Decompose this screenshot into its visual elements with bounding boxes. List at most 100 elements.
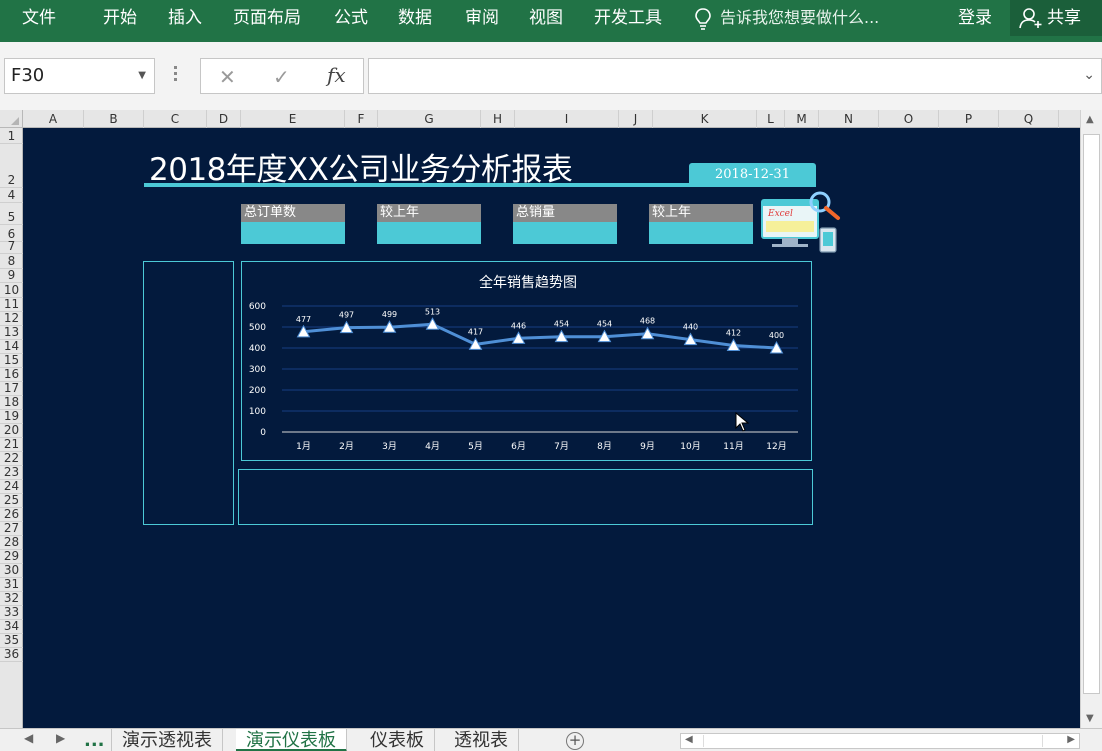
- sheet-tab-demo-pivot[interactable]: 演示透视表: [112, 729, 223, 751]
- row-header-1[interactable]: 1: [0, 128, 23, 144]
- name-box-value: F30: [11, 65, 45, 86]
- column-header-k[interactable]: K: [653, 110, 757, 128]
- column-header-g[interactable]: G: [378, 110, 481, 128]
- person-add-icon: [1019, 8, 1042, 29]
- row-header-18[interactable]: 18: [0, 395, 23, 410]
- column-header-p[interactable]: P: [939, 110, 999, 128]
- more-sheets-button[interactable]: ...: [78, 729, 112, 751]
- row-header-8[interactable]: 8: [0, 254, 23, 269]
- insert-function-button[interactable]: fx: [327, 63, 346, 87]
- row-header-9[interactable]: 9: [0, 268, 23, 283]
- column-header-i[interactable]: I: [515, 110, 619, 128]
- column-header-a[interactable]: A: [23, 110, 84, 128]
- row-header-12[interactable]: 12: [0, 311, 23, 326]
- column-header-b[interactable]: B: [84, 110, 144, 128]
- sheet-tab-dashboard[interactable]: 仪表板: [360, 729, 435, 751]
- tab-developer[interactable]: 开发工具: [594, 0, 662, 36]
- tab-file[interactable]: 文件: [22, 0, 56, 36]
- scroll-right-icon[interactable]: ▶: [1067, 734, 1075, 745]
- x-tick-label: 2月: [339, 441, 354, 452]
- scroll-down-icon[interactable]: ▼: [1086, 713, 1094, 724]
- formula-input[interactable]: ⌄: [368, 58, 1102, 94]
- hscroll-thumb[interactable]: [703, 735, 1043, 747]
- row-header-17[interactable]: 17: [0, 381, 23, 396]
- column-header-q[interactable]: Q: [999, 110, 1059, 128]
- row-header-21[interactable]: 21: [0, 437, 23, 452]
- prev-sheet-icon[interactable]: ◀: [24, 731, 33, 745]
- column-header-m[interactable]: M: [785, 110, 819, 128]
- add-sheet-button[interactable]: +: [566, 732, 584, 750]
- column-header-o[interactable]: O: [879, 110, 939, 128]
- tab-view[interactable]: 视图: [529, 0, 563, 36]
- sheet-tab-demo-dashboard[interactable]: 演示仪表板: [236, 729, 347, 751]
- data-label: 497: [339, 311, 354, 320]
- data-label: 513: [425, 307, 440, 316]
- chevron-down-icon[interactable]: ▼: [138, 59, 146, 93]
- row-header-14[interactable]: 14: [0, 339, 23, 354]
- column-header-c[interactable]: C: [144, 110, 207, 128]
- tab-home[interactable]: 开始: [103, 0, 137, 36]
- row-header-23[interactable]: 23: [0, 465, 23, 480]
- data-label: 446: [511, 321, 526, 330]
- column-header-f[interactable]: F: [345, 110, 378, 128]
- tab-review[interactable]: 审阅: [465, 0, 499, 36]
- login-button[interactable]: 登录: [958, 0, 992, 36]
- confirm-icon[interactable]: ✓: [273, 65, 290, 89]
- tab-data[interactable]: 数据: [398, 0, 432, 36]
- row-header-10[interactable]: 10: [0, 283, 23, 298]
- row-header-7[interactable]: 7: [0, 239, 23, 254]
- row-header-11[interactable]: 11: [0, 297, 23, 312]
- scroll-up-icon[interactable]: ▲: [1086, 114, 1094, 125]
- row-header-16[interactable]: 16: [0, 367, 23, 382]
- row-header-29[interactable]: 29: [0, 549, 23, 564]
- worksheet-grid[interactable]: 2018年度XX公司业务分析报表 2018-12-31 总订单数 较上年 总销量…: [23, 128, 1080, 728]
- tab-insert[interactable]: 插入: [168, 0, 202, 36]
- column-header-j[interactable]: J: [619, 110, 653, 128]
- row-header-15[interactable]: 15: [0, 353, 23, 368]
- row-header-2[interactable]: 2: [0, 144, 23, 188]
- row-header-5[interactable]: 5: [0, 203, 23, 225]
- row-header-20[interactable]: 20: [0, 423, 23, 438]
- cancel-icon[interactable]: ✕: [219, 65, 236, 89]
- left-panel: [143, 261, 234, 525]
- select-all-corner[interactable]: [0, 110, 23, 128]
- row-header-24[interactable]: 24: [0, 479, 23, 494]
- row-header-34[interactable]: 34: [0, 619, 23, 634]
- row-header-33[interactable]: 33: [0, 605, 23, 620]
- row-header-36[interactable]: 36: [0, 647, 23, 662]
- tab-page-layout[interactable]: 页面布局: [233, 0, 301, 36]
- column-header-l[interactable]: L: [757, 110, 785, 128]
- column-header-e[interactable]: E: [241, 110, 345, 128]
- scroll-left-icon[interactable]: ◀: [685, 734, 693, 745]
- drag-handle-icon[interactable]: [174, 64, 178, 82]
- row-header-19[interactable]: 19: [0, 409, 23, 424]
- scroll-thumb[interactable]: [1083, 134, 1100, 694]
- row-header-30[interactable]: 30: [0, 563, 23, 578]
- row-header-25[interactable]: 25: [0, 493, 23, 508]
- next-sheet-icon[interactable]: ▶: [56, 731, 65, 745]
- kpi-card-sales-yoy: 较上年: [649, 204, 753, 244]
- x-tick-label: 4月: [425, 441, 440, 452]
- tab-formulas[interactable]: 公式: [334, 0, 368, 36]
- row-header-13[interactable]: 13: [0, 325, 23, 340]
- column-header-d[interactable]: D: [207, 110, 241, 128]
- column-header-h[interactable]: H: [481, 110, 515, 128]
- bottom-panel: [238, 469, 813, 525]
- row-header-31[interactable]: 31: [0, 577, 23, 592]
- row-header-26[interactable]: 26: [0, 507, 23, 522]
- share-button[interactable]: 共享: [1010, 0, 1102, 36]
- kpi-value: [513, 222, 617, 244]
- sales-trend-chart[interactable]: 全年销售趋势图 0 100 200 300 400 500 600 1月 2月 3月 4月 5月 6月…: [241, 261, 812, 461]
- row-header-22[interactable]: 22: [0, 451, 23, 466]
- row-header-27[interactable]: 27: [0, 521, 23, 536]
- name-box[interactable]: F30 ▼: [4, 58, 155, 94]
- row-header-32[interactable]: 32: [0, 591, 23, 606]
- expand-chevron-icon[interactable]: ⌄: [1083, 67, 1095, 83]
- row-header-4[interactable]: 4: [0, 188, 23, 203]
- horizontal-scrollbar[interactable]: ◀ ▶: [680, 733, 1080, 749]
- vertical-scrollbar[interactable]: ▲ ▼: [1080, 110, 1102, 728]
- column-header-n[interactable]: N: [819, 110, 879, 128]
- row-header-35[interactable]: 35: [0, 633, 23, 648]
- row-header-28[interactable]: 28: [0, 535, 23, 550]
- sheet-tab-pivot[interactable]: 透视表: [444, 729, 519, 751]
